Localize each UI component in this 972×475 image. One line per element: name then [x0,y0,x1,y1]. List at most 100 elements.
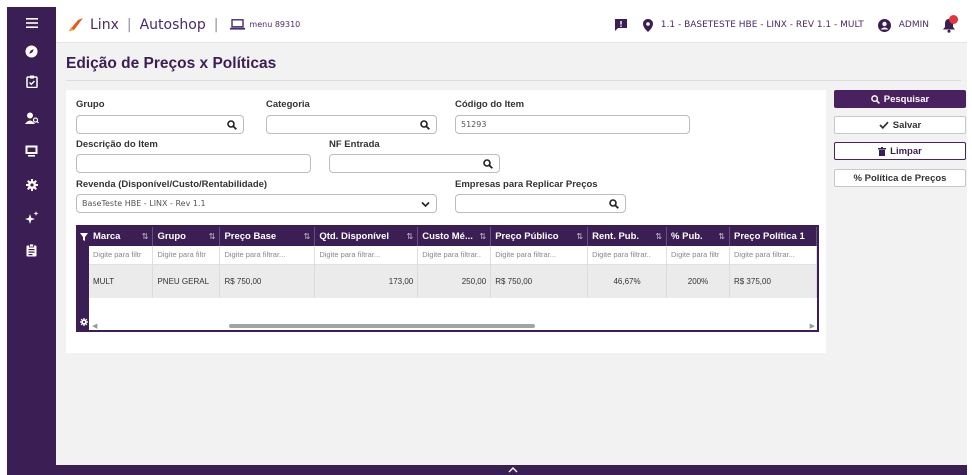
cell-rent-pub[interactable]: 46,67% [587,264,668,298]
codigo-input-value: 51293 [461,120,487,129]
column-header[interactable]: Preço Base ⇅ [219,227,316,246]
column-filter-input[interactable]: Digite para filtr [666,246,730,265]
cell-marca[interactable]: MULT [89,264,154,298]
column-filter-input[interactable]: Digite para filtrar... [219,246,316,265]
grid-side-bar [78,227,89,330]
codigo-input[interactable]: 51293 [455,115,690,134]
grupo-label: Grupo [76,99,105,110]
laptop-icon [230,19,246,30]
column-header[interactable]: Preço Política 1 [729,227,818,246]
column-filter-input[interactable]: Digite para filtr [152,246,221,265]
column-filter-input[interactable]: Digite para filtrar.. [587,246,668,265]
sort-icon[interactable]: ⇅ [304,232,311,241]
empresas-input[interactable] [455,194,626,213]
search-icon[interactable] [227,120,237,130]
cell-custo-medio[interactable]: 250,00 [417,264,492,298]
column-header-label: Marca [93,231,121,242]
cell-pct-pub[interactable]: 200% [666,264,730,298]
grupo-input[interactable] [76,115,244,134]
grid-settings-gear-icon[interactable] [79,318,88,326]
filter-row: Digite para filtr Digite para filtr Digi… [89,246,818,265]
column-filter-input[interactable]: Digite para filtrar... [490,246,589,265]
menu-code: menu 89310 [249,20,301,29]
clipboard-check-icon[interactable] [7,67,56,95]
sort-icon[interactable]: ⇅ [407,232,414,241]
clipboard-list-icon[interactable] [7,236,56,264]
descricao-input[interactable] [76,154,311,173]
cell-preco-base[interactable]: R$ 750,00 [219,264,316,298]
column-header[interactable]: Marca ⇅ [89,227,154,246]
revenda-select[interactable]: BaseTeste HBE - LINX - Rev 1.1 [76,194,437,213]
column-header-label: Preço Base [224,231,277,242]
sort-icon[interactable]: ⇅ [142,232,149,241]
column-header-label: % Pub. [671,231,703,242]
cell-qtd-disponivel[interactable]: 173,00 [314,264,419,298]
nf-entrada-input[interactable] [329,154,500,173]
descricao-label: Descrição do Item [76,139,158,150]
title-divider [66,80,961,81]
sort-icon[interactable]: ⇅ [479,232,486,241]
window-edge [967,0,972,475]
save-button[interactable]: Salvar [834,116,966,134]
chevron-up-icon[interactable] [508,467,518,473]
sidebar [7,7,56,475]
search-icon[interactable] [420,120,430,130]
gear-icon[interactable] [7,171,56,199]
column-header[interactable]: Grupo ⇅ [152,227,221,246]
user-name[interactable]: ADMIN [899,20,929,30]
window-edge [0,0,7,475]
column-filter-input[interactable]: Digite para filtrar... [314,246,419,265]
top-bar-right: 1.1 - BASETESTE HBE - LINX - REV 1.1 - M… [614,7,958,43]
column-filter-input[interactable]: Digite para filtr [89,246,154,265]
check-icon [879,121,889,129]
feedback-icon[interactable] [614,19,627,31]
user-search-icon[interactable] [7,104,56,132]
monitor-icon[interactable] [7,137,56,165]
column-filter-input[interactable]: Digite para filtrar.. [417,246,492,265]
user-avatar-icon[interactable] [877,18,891,32]
filter-icon[interactable] [79,233,88,241]
hamburger-menu-icon[interactable] [7,9,56,37]
cell-preco-publico[interactable]: R$ 750,00 [490,264,589,298]
search-icon[interactable] [609,199,619,209]
column-header[interactable]: Preço Público ⇅ [490,227,589,246]
horizontal-scrollbar[interactable]: ◀ ▶ [89,322,817,330]
sort-icon[interactable]: ⇅ [655,232,662,241]
column-filter-input[interactable]: Digite para filtrar... [729,246,818,265]
scroll-right-arrow-icon[interactable]: ▶ [810,322,815,330]
notifications-button[interactable] [943,15,958,33]
column-header[interactable]: Qtd. Disponível ⇅ [314,227,419,246]
revenda-selected-value: BaseTeste HBE - LINX - Rev 1.1 [82,199,206,208]
app-name: Autoshop [139,16,206,33]
price-policy-button[interactable]: % Política de Preços [834,169,966,187]
column-header-label: Qtd. Disponível [319,231,390,242]
column-header[interactable]: % Pub. ⇅ [666,227,730,246]
revenda-label: Revenda (Disponível/Custo/Rentabilidade) [76,179,268,190]
sort-icon[interactable]: ⇅ [576,232,583,241]
prices-grid: Marca ⇅ Grupo ⇅ Preço Base ⇅ Qtd. Disponíve… [76,225,819,332]
cell-preco-politica-1[interactable]: R$ 375,00 [729,264,818,298]
codigo-label: Código do Item [455,99,525,110]
search-icon[interactable] [483,159,493,169]
compass-icon[interactable] [7,37,56,65]
column-header-label: Grupo [157,231,186,242]
company-context[interactable]: 1.1 - BASETESTE HBE - LINX - REV 1.1 - M… [661,20,864,30]
empresas-label: Empresas para Replicar Preços [455,179,598,190]
categoria-input[interactable] [266,115,437,134]
trash-icon [878,146,887,156]
search-button[interactable]: Pesquisar [834,90,966,108]
scroll-left-arrow-icon[interactable]: ◀ [92,322,97,330]
sort-icon[interactable]: ⇅ [718,232,725,241]
clear-button[interactable]: Limpar [834,142,966,160]
cell-grupo[interactable]: PNEU GERAL [152,264,221,298]
column-header[interactable]: Custo Mé... ⇅ [417,227,492,246]
table-row[interactable]: MULT PNEU GERAL R$ 750,00 173,00 250,00 … [89,264,818,298]
menu-indicator[interactable]: menu 89310 [230,19,300,30]
scrollbar-thumb[interactable] [229,324,535,328]
sparkles-icon[interactable] [7,203,56,231]
top-bar: Linx | Autoshop | menu 89310 1.1 - BASET… [56,7,967,43]
chevron-down-icon [421,201,430,208]
grid-header-row: Marca ⇅ Grupo ⇅ Preço Base ⇅ Qtd. Disponíve… [89,227,818,246]
column-header[interactable]: Rent. Pub. ⇅ [587,227,668,246]
sort-icon[interactable]: ⇅ [209,232,216,241]
